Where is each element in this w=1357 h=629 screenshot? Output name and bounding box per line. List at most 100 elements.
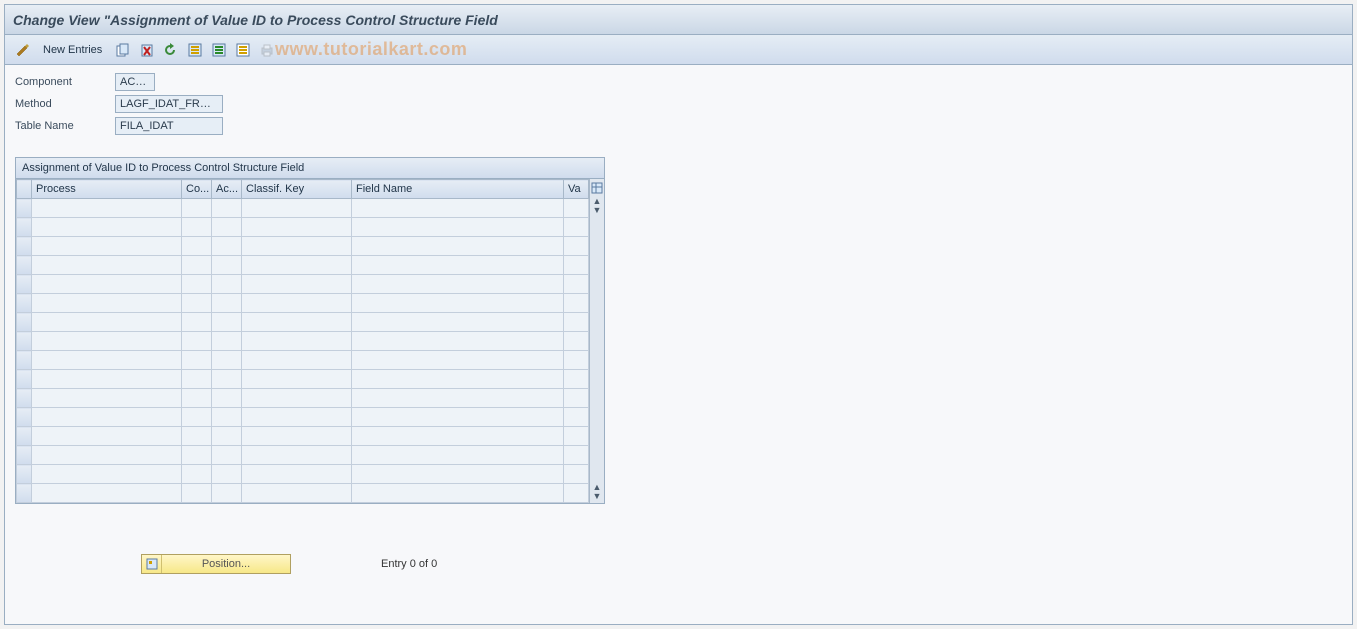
cell[interactable] — [32, 465, 182, 484]
table-name-field[interactable] — [115, 117, 223, 135]
cell[interactable] — [242, 484, 352, 503]
cell[interactable] — [212, 332, 242, 351]
cell[interactable] — [212, 427, 242, 446]
cell[interactable] — [32, 332, 182, 351]
cell[interactable] — [32, 446, 182, 465]
cell[interactable] — [182, 332, 212, 351]
row-selector[interactable] — [17, 484, 32, 503]
cell[interactable] — [182, 370, 212, 389]
cell[interactable] — [212, 408, 242, 427]
cell[interactable] — [212, 351, 242, 370]
delete-icon[interactable] — [138, 41, 156, 59]
row-selector[interactable] — [17, 389, 32, 408]
row-selector-header[interactable] — [17, 180, 32, 199]
cell[interactable] — [564, 294, 589, 313]
col-process[interactable]: Process — [32, 180, 182, 199]
row-selector[interactable] — [17, 237, 32, 256]
table-settings-icon[interactable] — [590, 181, 604, 195]
cell[interactable] — [212, 199, 242, 218]
cell[interactable] — [242, 218, 352, 237]
row-selector[interactable] — [17, 370, 32, 389]
cell[interactable] — [352, 408, 564, 427]
table-row[interactable] — [17, 275, 589, 294]
cell[interactable] — [182, 408, 212, 427]
cell[interactable] — [212, 313, 242, 332]
cell[interactable] — [564, 351, 589, 370]
cell[interactable] — [212, 256, 242, 275]
vertical-scrollbar[interactable]: ▲ ▼ ▲ ▼ — [589, 179, 604, 503]
cell[interactable] — [242, 313, 352, 332]
cell[interactable] — [182, 484, 212, 503]
cell[interactable] — [182, 218, 212, 237]
cell[interactable] — [564, 256, 589, 275]
row-selector[interactable] — [17, 465, 32, 484]
toggle-display-change-icon[interactable] — [13, 41, 31, 59]
cell[interactable] — [32, 484, 182, 503]
cell[interactable] — [212, 294, 242, 313]
cell[interactable] — [32, 256, 182, 275]
component-field[interactable] — [115, 73, 155, 91]
deselect-all-icon[interactable] — [234, 41, 252, 59]
row-selector[interactable] — [17, 275, 32, 294]
cell[interactable] — [564, 465, 589, 484]
cell[interactable] — [352, 446, 564, 465]
cell[interactable] — [182, 446, 212, 465]
cell[interactable] — [212, 237, 242, 256]
table-row[interactable] — [17, 199, 589, 218]
cell[interactable] — [32, 427, 182, 446]
row-selector[interactable] — [17, 427, 32, 446]
col-field-name[interactable]: Field Name — [352, 180, 564, 199]
cell[interactable] — [564, 332, 589, 351]
table-row[interactable] — [17, 256, 589, 275]
row-selector[interactable] — [17, 218, 32, 237]
cell[interactable] — [564, 484, 589, 503]
table-row[interactable] — [17, 218, 589, 237]
cell[interactable] — [182, 465, 212, 484]
position-button[interactable]: Position... — [141, 554, 291, 574]
cell[interactable] — [564, 199, 589, 218]
select-all-icon[interactable] — [186, 41, 204, 59]
cell[interactable] — [242, 389, 352, 408]
table-row[interactable] — [17, 370, 589, 389]
cell[interactable] — [182, 237, 212, 256]
table-row[interactable] — [17, 332, 589, 351]
table-row[interactable] — [17, 446, 589, 465]
cell[interactable] — [182, 294, 212, 313]
table-row[interactable] — [17, 465, 589, 484]
cell[interactable] — [32, 389, 182, 408]
cell[interactable] — [212, 275, 242, 294]
cell[interactable] — [352, 256, 564, 275]
cell[interactable] — [212, 446, 242, 465]
cell[interactable] — [32, 313, 182, 332]
table-row[interactable] — [17, 237, 589, 256]
undo-change-icon[interactable] — [162, 41, 180, 59]
select-block-icon[interactable] — [210, 41, 228, 59]
col-classif-key[interactable]: Classif. Key — [242, 180, 352, 199]
cell[interactable] — [32, 351, 182, 370]
col-co[interactable]: Co... — [182, 180, 212, 199]
cell[interactable] — [564, 218, 589, 237]
row-selector[interactable] — [17, 313, 32, 332]
cell[interactable] — [242, 256, 352, 275]
cell[interactable] — [352, 199, 564, 218]
row-selector[interactable] — [17, 332, 32, 351]
cell[interactable] — [352, 237, 564, 256]
cell[interactable] — [182, 256, 212, 275]
cell[interactable] — [564, 408, 589, 427]
table-row[interactable] — [17, 408, 589, 427]
cell[interactable] — [352, 294, 564, 313]
cell[interactable] — [212, 370, 242, 389]
cell[interactable] — [32, 199, 182, 218]
row-selector[interactable] — [17, 294, 32, 313]
cell[interactable] — [32, 275, 182, 294]
cell[interactable] — [352, 313, 564, 332]
cell[interactable] — [32, 218, 182, 237]
cell[interactable] — [32, 237, 182, 256]
cell[interactable] — [352, 465, 564, 484]
cell[interactable] — [242, 465, 352, 484]
cell[interactable] — [32, 408, 182, 427]
cell[interactable] — [352, 370, 564, 389]
cell[interactable] — [564, 389, 589, 408]
row-selector[interactable] — [17, 256, 32, 275]
cell[interactable] — [352, 218, 564, 237]
